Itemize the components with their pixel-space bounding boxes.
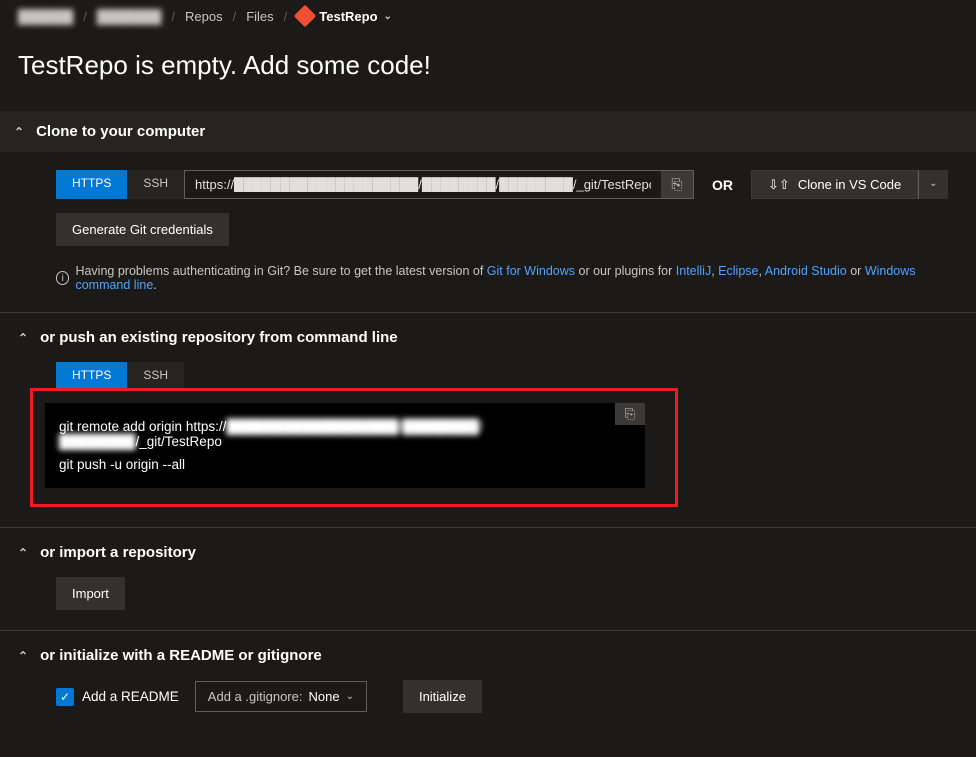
link-intellij[interactable]: IntelliJ xyxy=(676,264,711,278)
chevron-up-icon: ⌃ xyxy=(18,649,28,663)
cmd-text: git remote add origin https:// xyxy=(59,419,226,434)
breadcrumb-repo-selector[interactable]: TestRepo ⌄ xyxy=(297,8,392,24)
tab-https[interactable]: HTTPS xyxy=(56,362,127,388)
chevron-down-icon: ⌄ xyxy=(929,178,937,189)
import-button[interactable]: Import xyxy=(56,577,125,610)
push-cmd-line-1: git remote add origin https://██████████… xyxy=(59,415,631,453)
section-import-title: or import a repository xyxy=(40,544,196,561)
breadcrumb-sep: / xyxy=(233,9,237,24)
gitignore-dropdown[interactable]: Add a .gitignore: None ⌄ xyxy=(195,681,367,712)
section-push: ⌃ or push an existing repository from co… xyxy=(0,312,976,527)
chevron-up-icon: ⌃ xyxy=(14,125,24,139)
breadcrumb-sep: / xyxy=(284,9,288,24)
section-push-header[interactable]: ⌃ or push an existing repository from co… xyxy=(18,313,958,362)
generate-git-credentials-button[interactable]: Generate Git credentials xyxy=(56,213,229,246)
copy-push-commands-button[interactable]: ⎘ xyxy=(615,403,645,425)
chevron-down-icon: ⌄ xyxy=(384,11,392,22)
initialize-button[interactable]: Initialize xyxy=(403,680,482,713)
copy-clone-url-button[interactable]: ⎘ xyxy=(661,171,693,198)
checkbox-checked-icon: ✓ xyxy=(56,688,74,706)
breadcrumb: ██████ / ███████ / Repos / Files / TestR… xyxy=(0,0,976,32)
section-clone-header[interactable]: ⌃ Clone to your computer xyxy=(0,111,976,152)
gitignore-value: None xyxy=(308,689,339,704)
tab-https[interactable]: HTTPS xyxy=(56,170,127,199)
link-android-studio[interactable]: Android Studio xyxy=(765,264,847,278)
vscode-button-label: Clone in VS Code xyxy=(798,177,901,192)
section-clone: ⌃ Clone to your computer HTTPS SSH ⎘ OR … xyxy=(0,111,976,312)
chevron-up-icon: ⌃ xyxy=(18,331,28,345)
section-push-title: or push an existing repository from comm… xyxy=(40,329,398,346)
clone-url-input[interactable] xyxy=(185,171,661,198)
copy-icon: ⎘ xyxy=(671,176,682,193)
vscode-icon: ⇩⇧ xyxy=(768,177,790,193)
help-text: . xyxy=(153,278,156,292)
breadcrumb-sep: / xyxy=(83,9,87,24)
clone-in-vscode-button[interactable]: ⇩⇧ Clone in VS Code xyxy=(751,170,918,199)
tab-ssh[interactable]: SSH xyxy=(127,362,184,388)
breadcrumb-files[interactable]: Files xyxy=(246,9,273,24)
breadcrumb-repos[interactable]: Repos xyxy=(185,9,223,24)
auth-help-text: i Having problems authenticating in Git?… xyxy=(56,264,958,292)
breadcrumb-project[interactable]: ███████ xyxy=(97,9,161,24)
add-readme-label: Add a README xyxy=(82,689,179,704)
clone-in-vscode-more-button[interactable]: ⌄ xyxy=(918,170,947,199)
add-readme-checkbox[interactable]: ✓ Add a README xyxy=(56,688,179,706)
breadcrumb-sep: / xyxy=(171,9,175,24)
copy-icon: ⎘ xyxy=(625,406,635,422)
clone-protocol-tabs: HTTPS SSH xyxy=(56,170,184,199)
gitignore-label: Add a .gitignore: xyxy=(208,689,303,704)
push-commands-box: ⎘ git remote add origin https://████████… xyxy=(45,403,645,488)
chevron-down-icon: ⌄ xyxy=(346,691,354,702)
breadcrumb-org[interactable]: ██████ xyxy=(18,9,73,24)
section-clone-title: Clone to your computer xyxy=(36,123,205,140)
section-import-header[interactable]: ⌃ or import a repository xyxy=(18,528,958,577)
help-text: or our plugins for xyxy=(579,264,676,278)
section-initialize: ⌃ or initialize with a README or gitigno… xyxy=(0,630,976,733)
link-git-for-windows[interactable]: Git for Windows xyxy=(487,264,575,278)
link-eclipse[interactable]: Eclipse xyxy=(718,264,758,278)
info-icon: i xyxy=(56,271,69,285)
git-repo-icon xyxy=(294,5,317,28)
help-text: or xyxy=(850,264,865,278)
push-protocol-tabs: HTTPS SSH xyxy=(56,362,958,388)
section-initialize-header[interactable]: ⌃ or initialize with a README or gitigno… xyxy=(18,631,958,680)
help-text: Having problems authenticating in Git? B… xyxy=(75,264,486,278)
chevron-up-icon: ⌃ xyxy=(18,546,28,560)
or-divider: OR xyxy=(694,170,751,199)
section-initialize-title: or initialize with a README or gitignore xyxy=(40,647,322,664)
section-import: ⌃ or import a repository Import xyxy=(0,527,976,630)
breadcrumb-repo-name: TestRepo xyxy=(319,9,377,24)
clone-url-box: ⎘ xyxy=(184,170,694,199)
tab-ssh[interactable]: SSH xyxy=(127,170,184,199)
push-cmd-line-2: git push -u origin --all xyxy=(59,453,631,476)
cmd-text: /_git/TestRepo xyxy=(136,434,222,449)
page-title: TestRepo is empty. Add some code! xyxy=(0,32,976,111)
